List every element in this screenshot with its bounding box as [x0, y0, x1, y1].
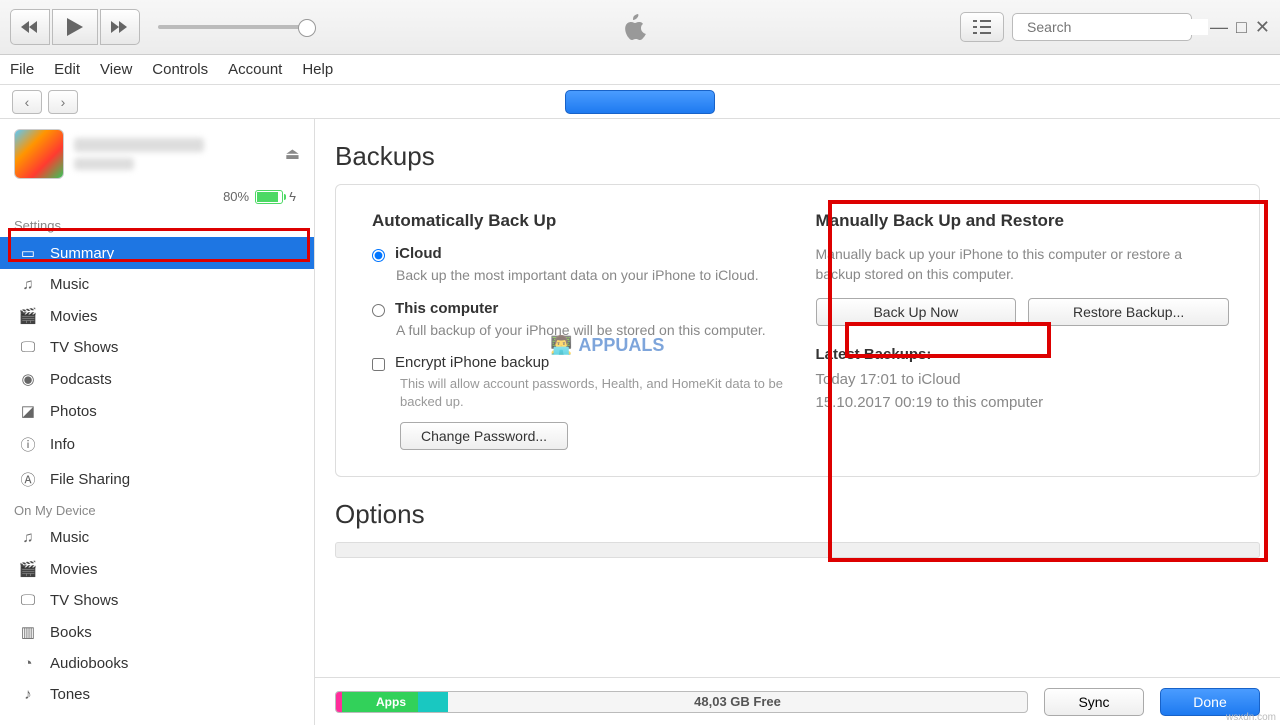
playback-controls	[10, 9, 140, 45]
backups-panel: Automatically Back Up iCloud Back up the…	[335, 184, 1260, 477]
volume-slider[interactable]	[158, 25, 308, 29]
window-controls: — □ ✕	[1210, 17, 1270, 38]
encrypt-label: Encrypt iPhone backup	[395, 354, 549, 371]
device-item-audiobooks[interactable]: ◔Audiobooks	[0, 648, 314, 679]
list-view-button[interactable]	[960, 12, 1004, 42]
forward-button[interactable]: ›	[48, 90, 78, 114]
music-icon: ♫	[18, 276, 38, 293]
main-content: Backups Automatically Back Up iCloud Bac…	[315, 119, 1280, 725]
bottom-bar: Apps 48,03 GB Free Sync Done	[315, 677, 1280, 725]
device-capacity-text	[74, 158, 134, 170]
latest-backup-1: Today 17:01 to iCloud	[816, 369, 1230, 392]
device-item-tones[interactable]: ♪Tones	[0, 679, 314, 710]
device-item-movies[interactable]: 🎬Movies	[0, 553, 314, 585]
photos-icon: ◪	[18, 402, 38, 420]
maximize-button[interactable]: □	[1236, 17, 1247, 38]
player-toolbar: — □ ✕	[0, 0, 1280, 55]
menu-controls[interactable]: Controls	[152, 61, 208, 78]
menu-account[interactable]: Account	[228, 61, 282, 78]
icloud-desc: Back up the most important data on your …	[396, 266, 786, 286]
back-button[interactable]: ‹	[12, 90, 42, 114]
music-icon: ♫	[18, 529, 38, 546]
capacity-free-label: 48,03 GB Free	[448, 694, 1027, 709]
capacity-bar: Apps 48,03 GB Free	[335, 691, 1028, 713]
toolbar-right: — □ ✕	[960, 12, 1270, 42]
menu-help[interactable]: Help	[302, 61, 333, 78]
movies-icon: 🎬	[18, 307, 38, 325]
latest-backups-header: Latest Backups:	[816, 346, 1230, 363]
menu-view[interactable]: View	[100, 61, 132, 78]
audiobooks-icon: ◔	[18, 655, 38, 672]
menu-edit[interactable]: Edit	[54, 61, 80, 78]
manual-backup-header: Manually Back Up and Restore	[816, 211, 1230, 231]
options-title: Options	[335, 499, 1260, 530]
sync-button[interactable]: Sync	[1044, 688, 1144, 716]
sidebar-item-info[interactable]: ⓘInfo	[0, 427, 314, 462]
filesharing-icon: Ⓐ	[18, 469, 38, 490]
backup-now-button[interactable]: Back Up Now	[816, 298, 1017, 326]
encrypt-checkbox[interactable]	[372, 358, 385, 371]
restore-backup-button[interactable]: Restore Backup...	[1028, 298, 1229, 326]
charging-icon: ϟ	[289, 189, 296, 204]
device-name	[74, 138, 204, 152]
change-password-button[interactable]: Change Password...	[400, 422, 568, 450]
auto-backup-header: Automatically Back Up	[372, 211, 786, 231]
play-button[interactable]	[52, 9, 98, 45]
apple-logo	[308, 12, 960, 42]
capacity-apps-label: Apps	[376, 695, 406, 709]
battery-pct: 80%	[223, 189, 249, 204]
minimize-button[interactable]: —	[1210, 17, 1228, 38]
device-thumbnail	[14, 129, 64, 179]
icloud-radio-label: iCloud	[395, 245, 442, 262]
device-header: ⏏	[0, 119, 314, 189]
summary-icon: ▭	[18, 244, 38, 262]
icloud-radio[interactable]	[372, 249, 385, 262]
manual-desc: Manually back up your iPhone to this com…	[816, 245, 1230, 284]
menu-file[interactable]: File	[10, 61, 34, 78]
horizontal-scrollbar[interactable]	[335, 542, 1260, 558]
encrypt-desc: This will allow account passwords, Healt…	[400, 375, 786, 411]
sidebar-item-photos[interactable]: ◪Photos	[0, 395, 314, 427]
eject-icon[interactable]: ⏏	[285, 144, 300, 164]
watermark-domain: wsxdn.com	[1226, 712, 1276, 723]
sidebar-item-tvshows[interactable]: 🖵TV Shows	[0, 332, 314, 363]
search-field[interactable]	[1012, 13, 1192, 41]
sidebar-device-header: On My Device	[0, 497, 314, 522]
battery-row: 80% ϟ	[0, 189, 314, 212]
sidebar-item-filesharing[interactable]: ⒶFile Sharing	[0, 462, 314, 497]
podcast-icon: ◉	[18, 370, 38, 388]
thispc-radio[interactable]	[372, 304, 385, 317]
movies-icon: 🎬	[18, 560, 38, 578]
thispc-desc: A full backup of your iPhone will be sto…	[396, 321, 786, 341]
nav-row: ‹ ›	[0, 85, 1280, 119]
search-input[interactable]	[1027, 19, 1208, 35]
tones-icon: ♪	[18, 686, 38, 703]
backups-title: Backups	[335, 141, 1260, 172]
sidebar-item-podcasts[interactable]: ◉Podcasts	[0, 363, 314, 395]
device-tab-button[interactable]	[565, 90, 715, 114]
latest-backup-2: 15.10.2017 00:19 to this computer	[816, 392, 1230, 415]
books-icon: ▥	[18, 623, 38, 641]
tv-icon: 🖵	[18, 592, 38, 609]
next-button[interactable]	[100, 9, 140, 45]
sidebar-settings-header: Settings	[0, 212, 314, 237]
close-button[interactable]: ✕	[1255, 17, 1270, 38]
prev-button[interactable]	[10, 9, 50, 45]
sidebar: ⏏ 80% ϟ Settings ▭Summary ♫Music 🎬Movies…	[0, 119, 315, 725]
device-item-tvshows[interactable]: 🖵TV Shows	[0, 585, 314, 616]
battery-icon	[255, 190, 283, 204]
device-item-books[interactable]: ▥Books	[0, 616, 314, 648]
sidebar-item-movies[interactable]: 🎬Movies	[0, 300, 314, 332]
tv-icon: 🖵	[18, 339, 38, 356]
info-icon: ⓘ	[18, 434, 38, 455]
device-item-music[interactable]: ♫Music	[0, 522, 314, 553]
menu-bar: File Edit View Controls Account Help	[0, 55, 1280, 85]
thispc-radio-label: This computer	[395, 300, 498, 317]
sidebar-item-music[interactable]: ♫Music	[0, 269, 314, 300]
sidebar-item-summary[interactable]: ▭Summary	[0, 237, 314, 269]
